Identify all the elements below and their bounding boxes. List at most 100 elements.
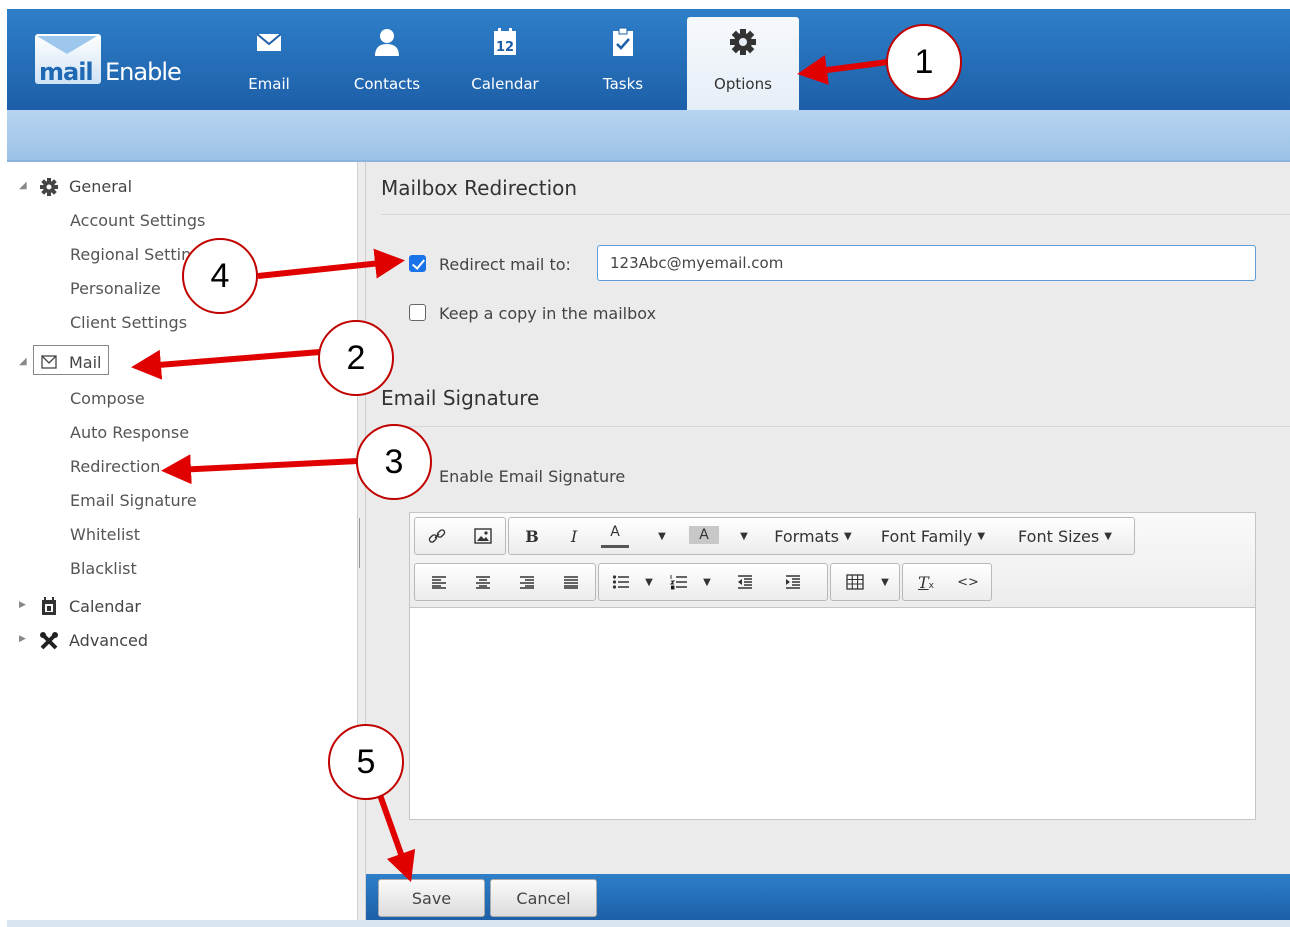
nav-tab-email[interactable]: Email bbox=[213, 9, 325, 110]
link-icon bbox=[428, 529, 446, 543]
tools-icon bbox=[40, 632, 58, 650]
mailbox-redirection-title: Mailbox Redirection bbox=[381, 176, 578, 200]
insert-table-dropdown[interactable]: ▼ bbox=[877, 564, 893, 600]
insert-image-button[interactable] bbox=[461, 518, 505, 554]
signature-editor-body[interactable] bbox=[410, 608, 1255, 819]
numbered-list-dropdown[interactable]: ▼ bbox=[699, 564, 715, 600]
expanded-triangle-icon[interactable]: ◢ bbox=[19, 180, 27, 191]
keep-copy-checkbox[interactable] bbox=[409, 304, 426, 321]
numbered-list-button[interactable] bbox=[661, 564, 697, 600]
section-divider bbox=[381, 214, 1290, 215]
bullet-list-dropdown[interactable]: ▼ bbox=[641, 564, 657, 600]
sub-toolbar bbox=[7, 110, 1290, 162]
editor-toolbar: B I A ▼ A ▼ Formats ▼ Font Family ▼ Font… bbox=[410, 513, 1255, 608]
bottom-strip bbox=[7, 920, 1290, 927]
clear-x-icon: x bbox=[928, 581, 934, 591]
toolbar-group-lists: ▼ ▼ bbox=[598, 563, 828, 601]
align-center-icon bbox=[476, 576, 490, 589]
font-color-button[interactable]: A bbox=[601, 518, 629, 548]
annotation-callout-3: 3 bbox=[356, 424, 432, 500]
save-button[interactable]: Save bbox=[378, 879, 485, 917]
caret-down-icon: ▼ bbox=[658, 530, 666, 542]
formats-dropdown[interactable]: Formats ▼ bbox=[765, 518, 861, 554]
collapsed-triangle-icon[interactable]: ▶ bbox=[19, 634, 26, 644]
align-right-icon bbox=[520, 576, 534, 589]
redirect-mail-label: Redirect mail to: bbox=[439, 255, 571, 274]
insert-link-button[interactable] bbox=[415, 518, 459, 554]
insert-table-button[interactable] bbox=[835, 564, 875, 600]
redirect-email-input[interactable] bbox=[597, 245, 1256, 281]
sidebar-item-account-settings[interactable]: Account Settings bbox=[70, 211, 205, 230]
envelope-icon bbox=[41, 355, 57, 369]
section-divider bbox=[381, 426, 1290, 427]
background-color-dropdown[interactable]: ▼ bbox=[737, 518, 751, 554]
gear-icon bbox=[730, 29, 756, 55]
bullet-list-icon bbox=[612, 575, 629, 589]
mailenable-logo: mail Enable bbox=[35, 34, 205, 86]
annotation-callout-1: 1 bbox=[886, 24, 962, 100]
nav-tab-tasks[interactable]: Tasks bbox=[567, 9, 679, 110]
sidebar-item-auto-response[interactable]: Auto Response bbox=[70, 423, 189, 442]
font-family-dropdown[interactable]: Font Family ▼ bbox=[871, 518, 995, 554]
sidebar-item-client-settings[interactable]: Client Settings bbox=[70, 313, 187, 332]
caret-down-icon: ▼ bbox=[703, 576, 711, 588]
align-left-button[interactable] bbox=[417, 564, 461, 600]
cancel-button[interactable]: Cancel bbox=[490, 879, 597, 917]
sidebar-splitter[interactable] bbox=[357, 162, 366, 920]
sidebar-item-email-signature[interactable]: Email Signature bbox=[70, 491, 197, 510]
person-icon bbox=[375, 29, 399, 56]
font-family-label: Font Family bbox=[880, 526, 973, 546]
align-center-button[interactable] bbox=[461, 564, 505, 600]
sidebar-item-redirection[interactable]: Redirection bbox=[70, 457, 160, 476]
font-sizes-dropdown[interactable]: Font Sizes ▼ bbox=[1003, 518, 1127, 554]
annotation-callout-4: 4 bbox=[182, 238, 258, 314]
toolbar-group-misc: Tx <> bbox=[902, 563, 992, 601]
source-code-button[interactable]: <> bbox=[947, 564, 989, 600]
sidebar-item-blacklist[interactable]: Blacklist bbox=[70, 559, 137, 578]
formats-label: Formats bbox=[774, 526, 839, 546]
nav-tab-contacts[interactable]: Contacts bbox=[331, 9, 443, 110]
collapsed-triangle-icon[interactable]: ▶ bbox=[19, 600, 26, 610]
content-panel: Mailbox Redirection Redirect mail to: Ke… bbox=[366, 162, 1290, 874]
sidebar-item-personalize[interactable]: Personalize bbox=[70, 279, 161, 298]
gear-icon bbox=[40, 178, 58, 196]
toolbar-group-table: ▼ bbox=[830, 563, 900, 601]
clipboard-check-icon bbox=[613, 27, 633, 56]
outdent-button[interactable] bbox=[723, 564, 767, 600]
nav-tab-tasks-label: Tasks bbox=[602, 75, 644, 93]
bold-button[interactable]: B bbox=[513, 518, 551, 554]
splitter-grip[interactable] bbox=[359, 518, 364, 568]
table-icon bbox=[846, 574, 864, 590]
nav-tab-options[interactable]: Options bbox=[687, 17, 799, 110]
caret-down-icon: ▼ bbox=[881, 576, 889, 588]
clear-formatting-button[interactable]: Tx bbox=[905, 564, 947, 600]
align-left-icon bbox=[432, 576, 446, 589]
background-color-button[interactable]: A bbox=[689, 526, 719, 544]
numbered-list-icon bbox=[670, 575, 687, 590]
align-right-button[interactable] bbox=[505, 564, 549, 600]
sidebar-item-compose[interactable]: Compose bbox=[70, 389, 145, 408]
tree-node-general-label: General bbox=[69, 177, 133, 196]
caret-down-icon: ▼ bbox=[740, 530, 748, 542]
calendar-day-text: 12 bbox=[496, 40, 514, 55]
redirect-mail-checkbox[interactable] bbox=[409, 255, 426, 272]
calendar-icon: 12 bbox=[494, 28, 516, 55]
expanded-triangle-icon[interactable]: ◢ bbox=[19, 356, 27, 367]
italic-button[interactable]: I bbox=[555, 518, 593, 554]
font-color-dropdown[interactable]: ▼ bbox=[655, 518, 669, 554]
tree-node-calendar-label: Calendar bbox=[69, 597, 141, 616]
email-signature-title: Email Signature bbox=[381, 386, 540, 410]
toolbar-group-insert bbox=[414, 517, 506, 555]
align-justify-button[interactable] bbox=[549, 564, 593, 600]
tree-node-mail-label: Mail bbox=[69, 353, 102, 372]
keep-copy-label: Keep a copy in the mailbox bbox=[439, 304, 657, 323]
logo-enable-text: Enable bbox=[105, 58, 182, 86]
nav-tab-calendar[interactable]: 12 Calendar bbox=[449, 9, 561, 110]
tree-node-advanced-label: Advanced bbox=[69, 631, 149, 650]
logo-mail-text: mail bbox=[39, 58, 94, 86]
bullet-list-button[interactable] bbox=[603, 564, 639, 600]
indent-button[interactable] bbox=[771, 564, 815, 600]
toolbar-group-align bbox=[414, 563, 596, 601]
sidebar-item-whitelist[interactable]: Whitelist bbox=[70, 525, 140, 544]
nav-tab-email-label: Email bbox=[248, 75, 290, 93]
